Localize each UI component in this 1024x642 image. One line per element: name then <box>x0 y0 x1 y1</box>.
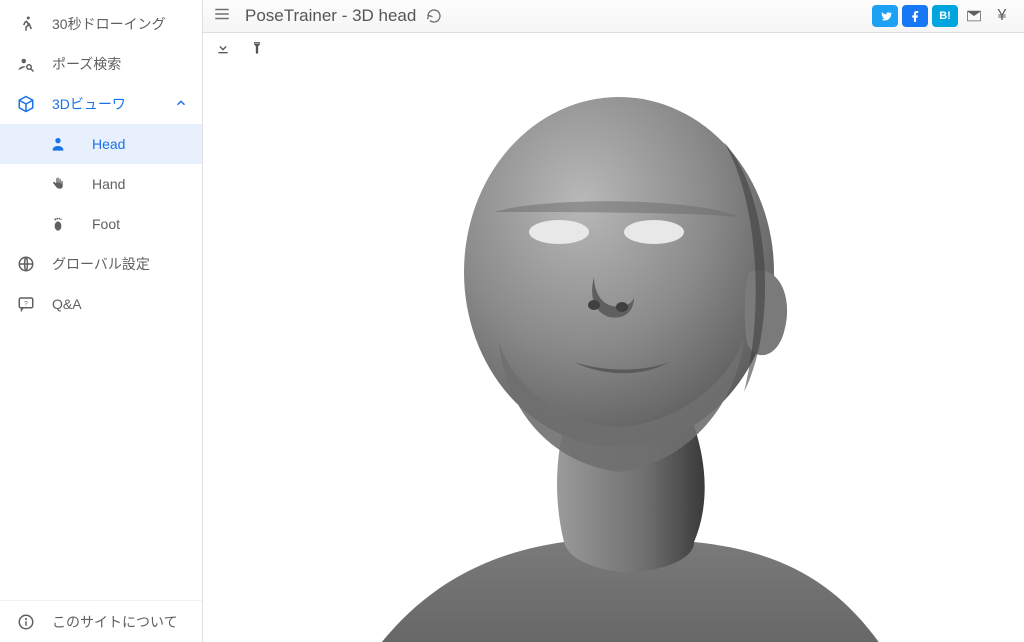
person-search-icon <box>14 55 38 73</box>
facebook-share-button[interactable] <box>902 5 928 27</box>
reload-icon[interactable] <box>426 8 442 24</box>
sidebar-item-label: Q&A <box>52 296 82 312</box>
sidebar: 30秒ドローイング ポーズ検索 3Dビューワ <box>0 0 203 642</box>
sidebar-footer-about[interactable]: このサイトについて <box>0 600 202 642</box>
sidebar-item-qa[interactable]: ? Q&A <box>0 284 202 324</box>
sidebar-item-label: グローバル設定 <box>52 254 150 274</box>
sidebar-item-30sec-drawing[interactable]: 30秒ドローイング <box>0 4 202 44</box>
svg-text:?: ? <box>24 301 28 308</box>
yen-icon[interactable]: ¥ <box>990 5 1014 27</box>
sidebar-subitem-hand[interactable]: Hand <box>0 164 202 204</box>
foot-icon <box>46 216 70 232</box>
mail-icon[interactable] <box>962 5 986 27</box>
running-person-icon <box>14 15 38 33</box>
social-buttons: B! ¥ <box>872 5 1014 27</box>
main-panel: PoseTrainer - 3D head B! ¥ <box>203 0 1024 642</box>
sidebar-subitem-label: Foot <box>92 216 120 232</box>
hatena-label: B! <box>939 10 951 22</box>
sidebar-subitem-foot[interactable]: Foot <box>0 204 202 244</box>
download-button[interactable] <box>213 38 233 58</box>
sidebar-item-label: ポーズ検索 <box>52 54 121 74</box>
3d-viewport[interactable] <box>203 63 1024 642</box>
nav-list: 30秒ドローイング ポーズ検索 3Dビューワ <box>0 4 202 600</box>
sidebar-item-label: 30秒ドローイング <box>52 14 166 34</box>
sidebar-subitem-head[interactable]: Head <box>0 124 202 164</box>
topbar: PoseTrainer - 3D head B! ¥ <box>203 0 1024 33</box>
sidebar-subitem-label: Hand <box>92 176 125 192</box>
head-3d-model <box>294 63 934 642</box>
sidebar-item-label: 3Dビューワ <box>52 94 126 114</box>
page-title: PoseTrainer - 3D head <box>245 6 416 26</box>
hatena-share-button[interactable]: B! <box>932 5 958 27</box>
sidebar-item-3d-viewer[interactable]: 3Dビューワ <box>0 84 202 124</box>
sidebar-footer-label: このサイトについて <box>52 612 178 632</box>
cube-icon <box>14 95 38 113</box>
sidebar-subitem-label: Head <box>92 136 125 152</box>
twitter-share-button[interactable] <box>872 5 898 27</box>
sidebar-item-pose-search[interactable]: ポーズ検索 <box>0 44 202 84</box>
sidebar-item-global-settings[interactable]: グローバル設定 <box>0 244 202 284</box>
globe-icon <box>14 255 38 273</box>
chevron-up-icon <box>174 96 188 113</box>
flashlight-button[interactable] <box>247 38 267 58</box>
viewer-toolbar <box>203 33 1024 63</box>
hand-icon <box>46 176 70 192</box>
info-icon <box>14 613 38 631</box>
person-icon <box>46 136 70 152</box>
qa-icon: ? <box>14 295 38 313</box>
hamburger-icon[interactable] <box>213 5 231 28</box>
